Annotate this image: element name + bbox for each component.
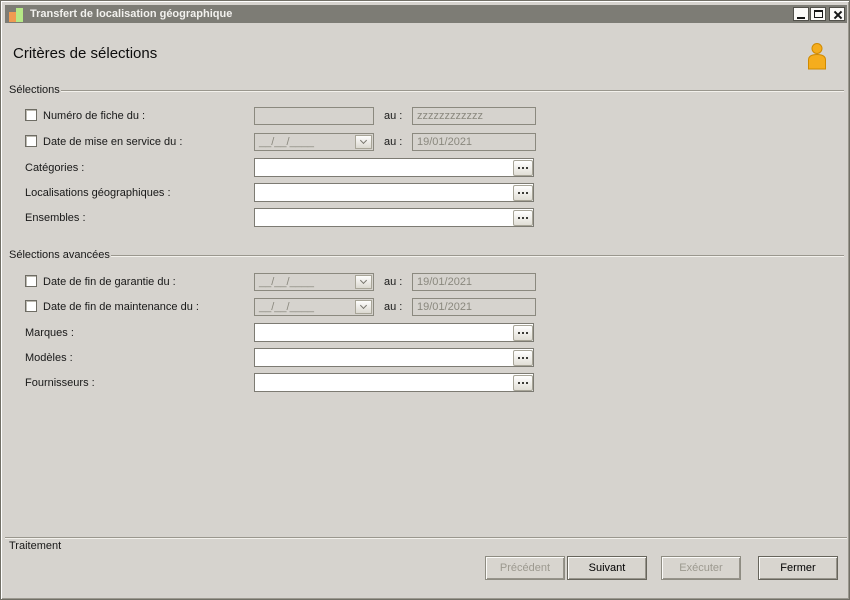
transfer-dialog-window: Transfert de localisation géographique C…: [0, 0, 850, 600]
date-fin-garantie-checkbox[interactable]: [25, 275, 37, 287]
date-fin-garantie-label: Date de fin de garantie du :: [43, 276, 176, 288]
window-controls: [792, 7, 845, 21]
precedent-button: Précédent: [485, 556, 565, 580]
marques-input[interactable]: [254, 323, 534, 342]
date-fin-garantie-dropdown-button[interactable]: [355, 275, 372, 289]
ellipsis-icon: [522, 382, 524, 384]
close-button[interactable]: [829, 7, 845, 21]
date-mise-en-service-dropdown-button[interactable]: [355, 135, 372, 149]
date-fin-garantie-to-input: [412, 273, 536, 291]
date-fin-maintenance-combo: __/__/____: [254, 298, 374, 316]
chevron-down-icon: [359, 276, 368, 285]
chevron-down-icon: [359, 301, 368, 310]
window-title: Transfert de localisation géographique: [30, 8, 233, 20]
traitement-group-label: Traitement: [9, 540, 62, 552]
date-mise-en-service-au-label: au :: [384, 136, 403, 148]
ellipsis-icon: [522, 192, 524, 194]
date-mise-en-service-mask: __/__/____: [259, 136, 315, 148]
ensembles-input[interactable]: [254, 208, 534, 227]
selections-group-label: Sélections: [9, 84, 60, 96]
page-title: Critères de sélections: [13, 45, 158, 62]
localisations-label: Localisations géographiques :: [25, 187, 171, 199]
numero-fiche-checkbox[interactable]: [25, 109, 37, 121]
user-person-icon: [808, 43, 826, 70]
ellipsis-icon: [522, 357, 524, 359]
maximize-button[interactable]: [810, 7, 826, 21]
date-fin-garantie-au-label: au :: [384, 276, 403, 288]
fournisseurs-input[interactable]: [254, 373, 534, 392]
date-mise-en-service-to-input: [412, 133, 536, 151]
ellipsis-icon: [522, 332, 524, 334]
selections-group-line: [61, 90, 844, 91]
app-icon-orange-bar: [9, 11, 16, 22]
maximize-icon: [813, 10, 823, 18]
marques-label: Marques :: [25, 327, 74, 339]
modeles-label: Modèles :: [25, 352, 73, 364]
marques-lookup-button[interactable]: [513, 325, 533, 341]
suivant-button[interactable]: Suivant: [567, 556, 647, 580]
modeles-input[interactable]: [254, 348, 534, 367]
chevron-down-icon: [359, 136, 368, 145]
selections-avancees-group-line: [111, 255, 844, 256]
ellipsis-icon: [522, 217, 524, 219]
close-icon: [833, 10, 842, 19]
date-fin-maintenance-checkbox[interactable]: [25, 300, 37, 312]
date-mise-en-service-label: Date de mise en service du :: [43, 136, 183, 148]
traitement-separator-line: [5, 537, 847, 538]
numero-fiche-from-input: [254, 107, 374, 125]
localisations-input[interactable]: [254, 183, 534, 202]
selections-avancees-group-label: Sélections avancées: [9, 249, 110, 261]
titlebar[interactable]: Transfert de localisation géographique: [5, 5, 847, 23]
ellipsis-icon: [522, 167, 524, 169]
date-fin-maintenance-mask: __/__/____: [259, 301, 315, 313]
categories-label: Catégories :: [25, 162, 85, 174]
ensembles-lookup-button[interactable]: [513, 210, 533, 226]
date-mise-en-service-combo: __/__/____: [254, 133, 374, 151]
date-fin-maintenance-au-label: au :: [384, 301, 403, 313]
date-fin-garantie-combo: __/__/____: [254, 273, 374, 291]
minimize-icon: [797, 17, 805, 19]
app-icon-green-bar: [16, 7, 23, 22]
date-fin-maintenance-label: Date de fin de maintenance du :: [43, 301, 199, 313]
minimize-button[interactable]: [793, 7, 809, 21]
date-mise-en-service-checkbox[interactable]: [25, 135, 37, 147]
modeles-lookup-button[interactable]: [513, 350, 533, 366]
numero-fiche-au-label: au :: [384, 110, 403, 122]
ensembles-label: Ensembles :: [25, 212, 86, 224]
fournisseurs-label: Fournisseurs :: [25, 377, 95, 389]
fournisseurs-lookup-button[interactable]: [513, 375, 533, 391]
date-fin-maintenance-to-input: [412, 298, 536, 316]
categories-lookup-button[interactable]: [513, 160, 533, 176]
executer-button: Exécuter: [661, 556, 741, 580]
localisations-lookup-button[interactable]: [513, 185, 533, 201]
numero-fiche-to-input: [412, 107, 536, 125]
app-icon: [9, 7, 24, 22]
date-fin-maintenance-dropdown-button[interactable]: [355, 300, 372, 314]
numero-fiche-label: Numéro de fiche du :: [43, 110, 146, 122]
date-fin-garantie-mask: __/__/____: [259, 276, 315, 288]
categories-input[interactable]: [254, 158, 534, 177]
fermer-button[interactable]: Fermer: [758, 556, 838, 580]
